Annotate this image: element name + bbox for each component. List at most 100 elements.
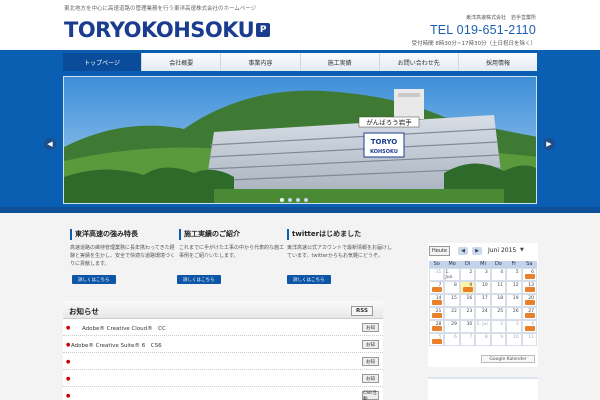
- calendar-day-cell[interactable]: 3: [475, 268, 491, 281]
- feature-box-button[interactable]: 詳しくはこちら: [72, 275, 116, 284]
- news-item[interactable]: ● お知: [63, 370, 383, 387]
- slider-next-icon[interactable]: ▶: [543, 138, 555, 150]
- calendar-day-cell[interactable]: 20: [521, 294, 537, 307]
- calendar-day-cell[interactable]: 15: [444, 294, 460, 307]
- calendar-today-button[interactable]: Heute: [429, 246, 450, 256]
- calendar-day-cell[interactable]: 28: [429, 320, 445, 333]
- nav-item-works[interactable]: 施工実績: [300, 53, 380, 71]
- calendar-day-number: 12: [512, 283, 519, 288]
- slider-dot[interactable]: [304, 198, 308, 202]
- calendar-day-cell[interactable]: 26: [506, 307, 522, 320]
- calendar-day-cell[interactable]: 31: [429, 268, 445, 281]
- calendar-event-chip[interactable]: [462, 287, 473, 292]
- calendar-day-number: 26: [512, 309, 519, 314]
- calendar-event-chip[interactable]: [524, 326, 535, 331]
- calendar-day-cell[interactable]: 8: [475, 333, 491, 346]
- calendar-day-cell[interactable]: 5: [429, 333, 445, 346]
- calendar-day-cell[interactable]: 16: [459, 294, 476, 307]
- calendar-day-cell[interactable]: 19: [506, 294, 522, 307]
- calendar-day-number: 5: [515, 270, 519, 275]
- calendar-day-cell[interactable]: 5: [506, 268, 522, 281]
- calendar-day-number: 30: [466, 322, 473, 327]
- calendar-day-cell[interactable]: 1. Jun: [444, 268, 460, 281]
- news-item[interactable]: ● お知: [63, 353, 383, 370]
- calendar-day-cell[interactable]: 9: [459, 281, 476, 294]
- calendar-day-cell[interactable]: 27: [521, 307, 537, 320]
- calendar-day-cell[interactable]: 23: [459, 307, 476, 320]
- calendar-day-cell[interactable]: 18: [490, 294, 507, 307]
- news-item-text[interactable]: Adobe® Creative Suite® 6 CS6: [71, 341, 162, 349]
- calendar-day-cell[interactable]: 8: [444, 281, 460, 294]
- calendar-menu-chevron-icon[interactable]: ▼: [520, 247, 524, 253]
- calendar-day-cell[interactable]: 24: [475, 307, 491, 320]
- global-nav: トップページ 会社概要 事業内容 施工実績 お問い合わせ先 採用情報: [63, 53, 538, 71]
- calendar-day-cell[interactable]: 17: [475, 294, 491, 307]
- calendar-event-chip[interactable]: [524, 300, 535, 305]
- calendar-weekday: Mo: [444, 261, 460, 268]
- nav-item-recruit[interactable]: 採用情報: [458, 53, 538, 71]
- calendar-day-cell[interactable]: 11: [490, 281, 507, 294]
- calendar-day-cell[interactable]: 12: [506, 281, 522, 294]
- slider-prev-icon[interactable]: ◀: [44, 138, 56, 150]
- calendar-day-cell[interactable]: 14: [429, 294, 445, 307]
- calendar-day-cell[interactable]: 3: [506, 320, 522, 333]
- calendar-day-cell[interactable]: 2: [459, 268, 476, 281]
- hero-photo: がんばろう岩手 TORYO KOHSOKU: [64, 77, 536, 203]
- feature-box-button[interactable]: 詳しくはこちら: [177, 275, 221, 284]
- news-category-badge: お知: [362, 340, 379, 349]
- calendar-day-cell[interactable]: 7: [459, 333, 476, 346]
- calendar-day-cell[interactable]: 22: [444, 307, 460, 320]
- calendar-event-chip[interactable]: [524, 274, 535, 279]
- calendar-day-cell[interactable]: 29: [444, 320, 460, 333]
- calendar-day-cell[interactable]: 1. Jul: [475, 320, 491, 333]
- calendar-day-cell[interactable]: 7: [429, 281, 445, 294]
- calendar-event-chip[interactable]: [432, 326, 442, 331]
- calendar-day-cell[interactable]: 6: [444, 333, 460, 346]
- calendar-day-cell[interactable]: 10: [475, 281, 491, 294]
- rss-button[interactable]: RSS: [351, 306, 373, 316]
- calendar-event-chip[interactable]: [432, 339, 442, 344]
- feature-box-strengths: 東洋高速の強み特長 高速道路の維持管理業務に長年携わってきた経験と実績を生かし、…: [70, 229, 179, 284]
- calendar-event-chip[interactable]: [432, 313, 442, 318]
- nav-item-business[interactable]: 事業内容: [221, 53, 301, 71]
- calendar-day-cell[interactable]: 6: [521, 268, 537, 281]
- calendar-next-icon[interactable]: ▶: [472, 247, 482, 255]
- nav-item-top[interactable]: トップページ: [63, 53, 143, 71]
- calendar-event-chip[interactable]: [524, 313, 535, 318]
- bullet-icon: ●: [66, 376, 71, 382]
- calendar-day-cell[interactable]: 9: [490, 333, 507, 346]
- calendar-day-cell[interactable]: 10: [506, 333, 522, 346]
- slider-dot[interactable]: [296, 198, 300, 202]
- calendar-day-cell[interactable]: 21: [429, 307, 445, 320]
- calendar-day-cell[interactable]: 30: [459, 320, 476, 333]
- calendar-day-cell[interactable]: 11: [521, 333, 537, 346]
- nav-item-company[interactable]: 会社概要: [142, 53, 222, 71]
- news-item[interactable]: ● Adobe® Creative Cloud® CC お知: [63, 319, 383, 336]
- nav-item-contact[interactable]: お問い合わせ先: [379, 53, 459, 71]
- news-category-badge: お知: [362, 357, 379, 366]
- calendar-day-cell[interactable]: 4: [521, 320, 537, 333]
- news-item[interactable]: ● CSR活動: [63, 387, 383, 400]
- news-category-badge: お知: [362, 374, 379, 383]
- google-calendar-badge[interactable]: Google Kalender: [481, 355, 535, 363]
- hero-slider[interactable]: がんばろう岩手 TORYO KOHSOKU: [63, 76, 537, 204]
- calendar-prev-icon[interactable]: ◀: [458, 247, 468, 255]
- calendar-day-number: 29: [451, 322, 457, 327]
- contact-company: 東洋高速株式会社 岩手営業所: [465, 15, 536, 21]
- calendar-day-cell[interactable]: 13: [521, 281, 537, 294]
- calendar-event-chip[interactable]: [432, 300, 442, 305]
- feature-box-button[interactable]: 詳しくはこちら: [287, 275, 331, 284]
- slider-dot[interactable]: [288, 198, 292, 202]
- logo-mark-icon: P: [256, 22, 271, 37]
- news-item-text[interactable]: Adobe® Creative Cloud® CC: [71, 324, 166, 332]
- calendar-day-cell[interactable]: 2: [490, 320, 507, 333]
- news-item[interactable]: ● Adobe® Creative Suite® 6 CS6 お知: [63, 336, 383, 353]
- calendar-event-chip[interactable]: [432, 287, 442, 292]
- slider-dot[interactable]: [280, 198, 284, 202]
- site-logo[interactable]: TORYOKOHSOKU P: [64, 20, 271, 41]
- calendar-day-cell[interactable]: 4: [490, 268, 507, 281]
- calendar-day-number: 16: [466, 296, 473, 301]
- calendar-day-cell[interactable]: 25: [490, 307, 507, 320]
- calendar-event-chip[interactable]: [524, 287, 535, 292]
- news-header: お知らせ RSS: [63, 301, 383, 319]
